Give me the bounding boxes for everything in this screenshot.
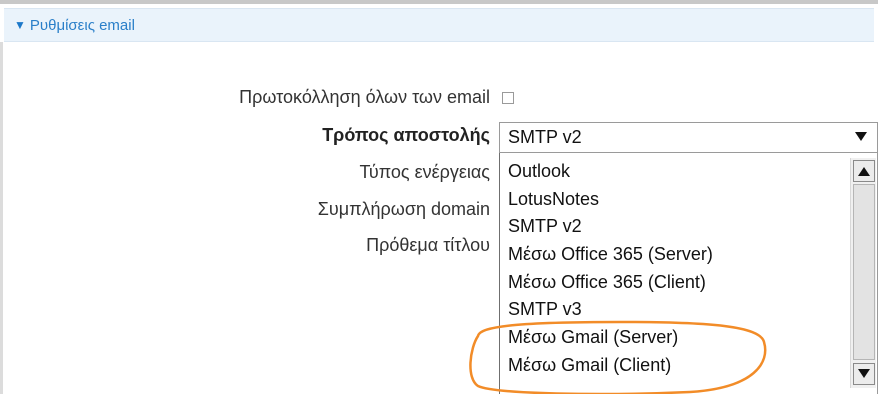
option-gmail-server[interactable]: Μέσω Gmail (Server) (508, 327, 678, 348)
scroll-up-button[interactable] (853, 160, 875, 182)
domain-fill-label: Συμπλήρωση domain (317, 199, 490, 219)
option-smtp-v3[interactable]: SMTP v3 (508, 299, 582, 320)
scroll-thumb[interactable] (853, 184, 875, 360)
arrow-up-icon (858, 167, 870, 176)
chevron-down-icon[interactable] (855, 132, 867, 141)
option-gmail-client[interactable]: Μέσω Gmail (Client) (508, 355, 671, 376)
right-edge (878, 0, 885, 394)
option-outlook[interactable]: Outlook (508, 161, 570, 182)
send-method-select[interactable]: SMTP v2 (499, 122, 878, 153)
protocol-all-label: Πρωτοκόλληση όλων των email (239, 87, 490, 107)
section-title: Ρυθμίσεις email (29, 16, 135, 34)
scroll-down-button[interactable] (853, 363, 875, 385)
send-method-selected-value: SMTP v2 (508, 127, 582, 147)
option-office365-server[interactable]: Μέσω Office 365 (Server) (508, 244, 713, 265)
arrow-down-icon (858, 369, 870, 378)
email-settings-section-header[interactable]: ▼ Ρυθμίσεις email (4, 8, 874, 42)
protocol-all-checkbox[interactable] (502, 92, 514, 104)
action-type-label: Τύπος ενέργειας (359, 162, 490, 182)
left-divider (0, 42, 3, 394)
send-method-dropdown-list[interactable]: Outlook LotusNotes SMTP v2 Μέσω Office 3… (499, 153, 878, 394)
option-office365-client[interactable]: Μέσω Office 365 (Client) (508, 272, 706, 293)
dropdown-scrollbar[interactable] (850, 158, 876, 388)
send-method-label: Τρόπος αποστολής (322, 125, 490, 145)
option-smtp-v2[interactable]: SMTP v2 (508, 216, 582, 237)
top-divider (0, 0, 878, 4)
title-prefix-label: Πρόθεμα τίτλου (366, 235, 490, 255)
option-lotusnotes[interactable]: LotusNotes (508, 189, 599, 210)
triangle-down-icon[interactable]: ▼ (14, 19, 26, 31)
settings-page: ▼ Ρυθμίσεις email Πρωτοκόλληση όλων των … (0, 0, 885, 394)
